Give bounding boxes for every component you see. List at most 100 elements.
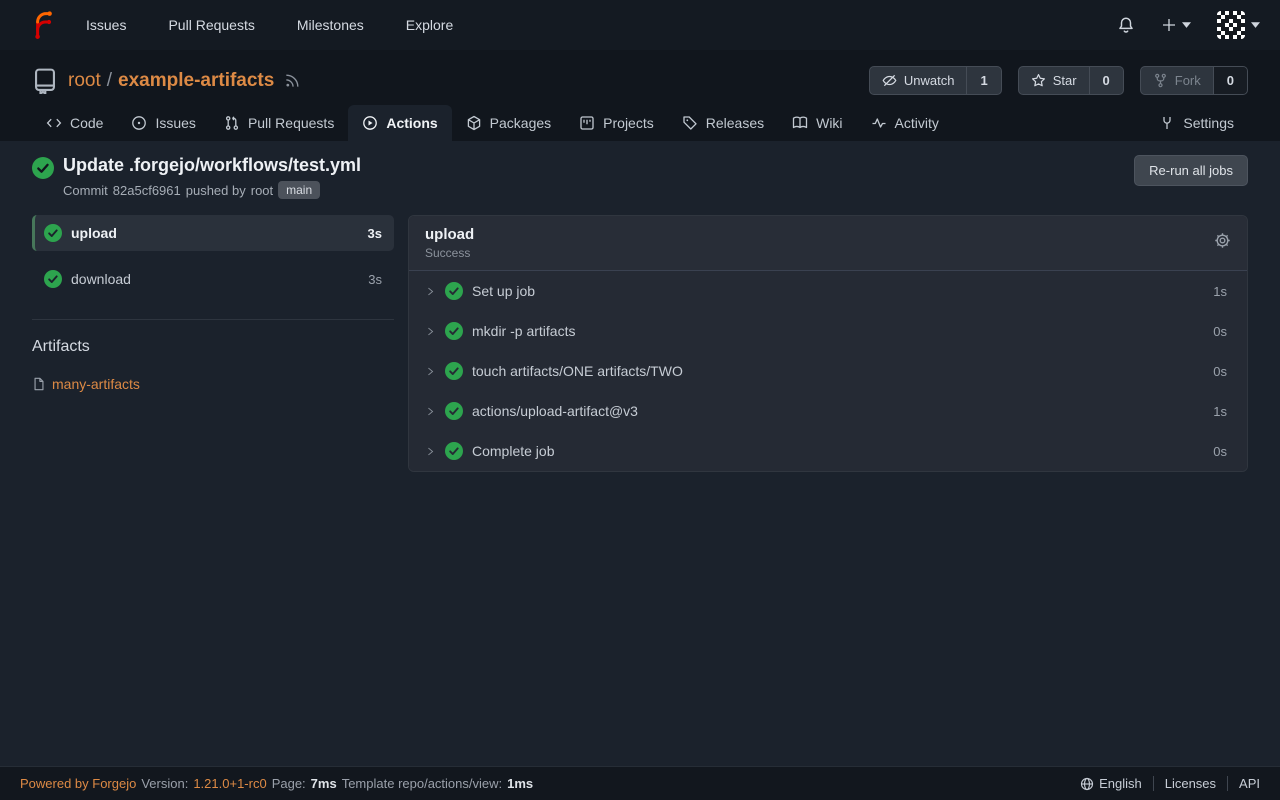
tab-projects[interactable]: Projects — [565, 105, 668, 141]
chevron-right-icon — [425, 326, 436, 337]
job-detail-title: upload — [425, 226, 474, 243]
repo-name-link[interactable]: example-artifacts — [118, 70, 274, 92]
fork-button[interactable]: Fork 0 — [1140, 66, 1248, 95]
tab-actions[interactable]: Actions — [348, 105, 451, 141]
commit-sha-link[interactable]: 82a5cf6961 — [113, 183, 181, 198]
job-detail-header: upload Success — [409, 216, 1247, 271]
page-time-value: 7ms — [311, 776, 337, 791]
rerun-all-jobs-button[interactable]: Re-run all jobs — [1134, 155, 1248, 186]
repo-tabs: Code Issues Pull Requests Actions Packag… — [32, 105, 1248, 141]
forgejo-logo-icon[interactable] — [28, 10, 58, 40]
footer: Powered by Forgejo Version: 1.21.0+1-rc0… — [0, 766, 1280, 800]
commit-label: Commit — [63, 183, 108, 198]
create-new-dropdown[interactable] — [1161, 17, 1191, 33]
success-check-icon — [445, 402, 463, 420]
powered-by-link[interactable]: Powered by Forgejo — [20, 776, 136, 791]
tab-issues-label: Issues — [155, 115, 195, 131]
step-row-complete[interactable]: Complete job 0s — [409, 431, 1247, 471]
pusher-link[interactable]: root — [251, 183, 273, 198]
job-status-text: Success — [425, 246, 474, 260]
eye-slash-icon — [882, 73, 897, 88]
tools-icon — [1159, 115, 1175, 131]
breadcrumb: root / example-artifacts — [68, 70, 274, 92]
step-duration: 0s — [1213, 444, 1227, 459]
tab-settings[interactable]: Settings — [1145, 105, 1248, 141]
page-time-label: Page: — [272, 776, 306, 791]
navbar-item-pull-requests[interactable]: Pull Requests — [168, 9, 254, 41]
chevron-right-icon — [425, 366, 436, 377]
success-check-icon — [44, 224, 62, 242]
success-check-icon — [32, 157, 54, 179]
step-row-upload-artifact[interactable]: actions/upload-artifact@v3 1s — [409, 391, 1247, 431]
book-icon — [792, 115, 808, 131]
step-name: touch artifacts/ONE artifacts/TWO — [472, 363, 683, 379]
chevron-down-icon — [1251, 22, 1260, 28]
artifacts-heading: Artifacts — [32, 338, 394, 356]
tab-projects-label: Projects — [603, 115, 654, 131]
step-row-touch[interactable]: touch artifacts/ONE artifacts/TWO 0s — [409, 351, 1247, 391]
chevron-right-icon — [425, 286, 436, 297]
project-board-icon — [579, 115, 595, 131]
tab-settings-label: Settings — [1183, 115, 1234, 131]
tab-wiki[interactable]: Wiki — [778, 105, 856, 141]
step-name: Complete job — [472, 443, 555, 459]
artifact-item[interactable]: many-artifacts — [32, 376, 394, 392]
tab-code[interactable]: Code — [32, 105, 117, 141]
notifications-bell-icon[interactable] — [1117, 16, 1135, 34]
success-check-icon — [445, 362, 463, 380]
star-icon — [1031, 73, 1046, 88]
gear-icon[interactable] — [1214, 232, 1231, 249]
run-commit-meta: Commit 82a5cf6961 pushed by root main — [63, 181, 361, 199]
unwatch-button[interactable]: Unwatch 1 — [869, 66, 1002, 95]
chevron-down-icon — [1182, 22, 1191, 28]
navbar-item-explore[interactable]: Explore — [406, 9, 453, 41]
repo-owner-link[interactable]: root — [68, 70, 101, 92]
watchers-count[interactable]: 1 — [966, 67, 1000, 94]
tab-issues[interactable]: Issues — [117, 105, 209, 141]
stars-count[interactable]: 0 — [1089, 67, 1123, 94]
chevron-right-icon — [425, 446, 436, 457]
step-name: Set up job — [472, 283, 535, 299]
tab-code-label: Code — [70, 115, 103, 131]
licenses-link[interactable]: Licenses — [1153, 776, 1227, 791]
navbar-item-issues[interactable]: Issues — [86, 9, 126, 41]
navbar-item-milestones[interactable]: Milestones — [297, 9, 364, 41]
job-item-download[interactable]: download 3s — [32, 261, 394, 297]
step-duration: 0s — [1213, 364, 1227, 379]
job-steps-list: Set up job 1s mkdir -p artifacts 0s touc… — [409, 271, 1247, 471]
job-name: download — [71, 271, 131, 287]
step-duration: 1s — [1213, 284, 1227, 299]
tab-pull-requests[interactable]: Pull Requests — [210, 105, 348, 141]
success-check-icon — [445, 322, 463, 340]
language-selector[interactable]: English — [1069, 776, 1153, 791]
play-circle-icon — [362, 115, 378, 131]
pushed-by-label: pushed by — [186, 183, 246, 198]
success-check-icon — [445, 282, 463, 300]
artifact-download-link[interactable]: many-artifacts — [52, 376, 140, 392]
job-duration: 3s — [368, 272, 382, 287]
tab-actions-label: Actions — [386, 115, 437, 131]
tab-activity[interactable]: Activity — [857, 105, 953, 141]
repo-icon — [32, 68, 58, 94]
fork-label: Fork — [1175, 73, 1201, 88]
user-menu[interactable] — [1217, 11, 1260, 39]
avatar — [1217, 11, 1245, 39]
tab-releases[interactable]: Releases — [668, 105, 778, 141]
rss-icon[interactable] — [284, 72, 301, 89]
repo-header: root / example-artifacts Unwatch 1 — [0, 50, 1280, 141]
branch-badge[interactable]: main — [278, 181, 320, 199]
tab-releases-label: Releases — [706, 115, 764, 131]
tab-packages[interactable]: Packages — [452, 105, 565, 141]
jobs-sidebar: upload 3s download 3s Artifacts many-art… — [32, 215, 394, 392]
version-link[interactable]: 1.21.0+1-rc0 — [193, 776, 266, 791]
success-check-icon — [445, 442, 463, 460]
job-item-upload[interactable]: upload 3s — [32, 215, 394, 251]
forks-count[interactable]: 0 — [1213, 67, 1247, 94]
step-row-mkdir[interactable]: mkdir -p artifacts 0s — [409, 311, 1247, 351]
globe-icon — [1080, 777, 1094, 791]
star-button[interactable]: Star 0 — [1018, 66, 1124, 95]
step-name: actions/upload-artifact@v3 — [472, 403, 638, 419]
job-detail-panel: upload Success Set up job 1s — [408, 215, 1248, 472]
step-row-setup[interactable]: Set up job 1s — [409, 271, 1247, 311]
api-link[interactable]: API — [1227, 776, 1260, 791]
